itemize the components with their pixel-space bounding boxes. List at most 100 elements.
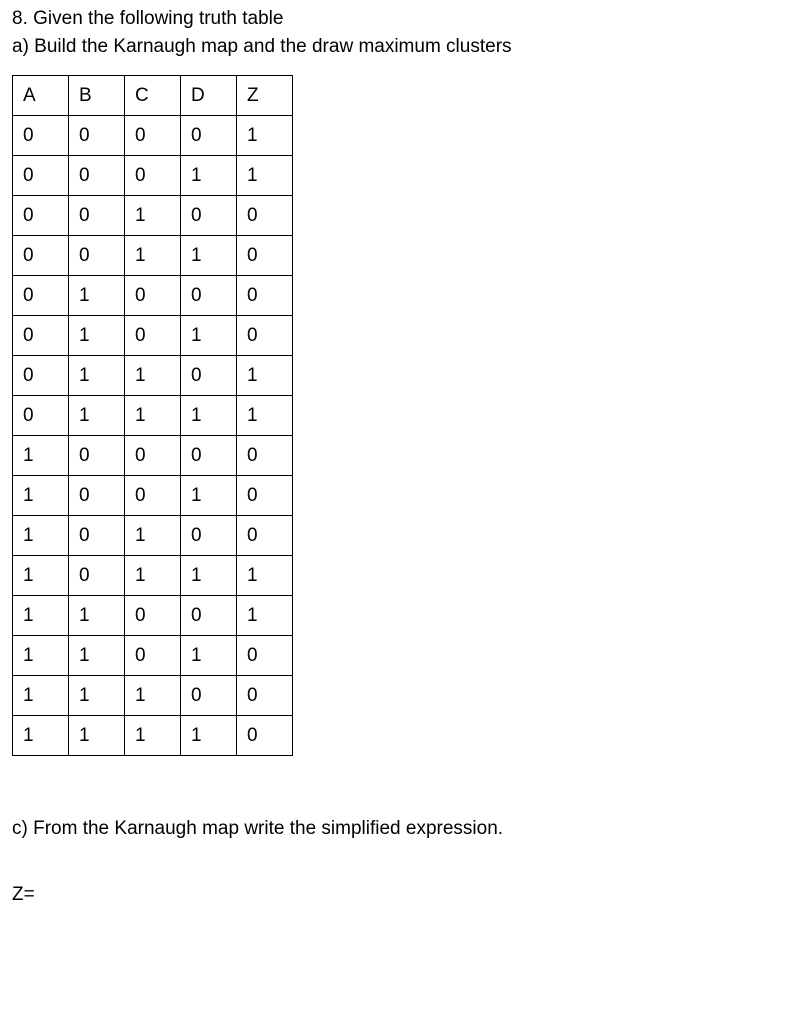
question-part-a: a) Build the Karnaugh map and the draw m… [12, 34, 781, 60]
table-cell: 0 [237, 516, 293, 556]
table-cell: 0 [69, 236, 125, 276]
table-cell: 0 [125, 596, 181, 636]
table-cell: 0 [125, 156, 181, 196]
header-a: A [13, 76, 69, 116]
table-cell: 0 [125, 116, 181, 156]
table-cell: 1 [13, 596, 69, 636]
table-cell: 1 [237, 156, 293, 196]
table-cell: 0 [237, 316, 293, 356]
table-cell: 0 [13, 396, 69, 436]
table-cell: 0 [69, 196, 125, 236]
table-cell: 0 [181, 516, 237, 556]
table-row: 01111 [13, 396, 293, 436]
table-cell: 1 [69, 716, 125, 756]
table-cell: 0 [13, 236, 69, 276]
table-cell: 1 [237, 116, 293, 156]
table-row: 11110 [13, 716, 293, 756]
table-cell: 1 [125, 716, 181, 756]
table-cell: 1 [237, 396, 293, 436]
table-cell: 0 [13, 356, 69, 396]
table-cell: 0 [69, 436, 125, 476]
header-b: B [69, 76, 125, 116]
table-cell: 1 [69, 396, 125, 436]
table-cell: 0 [125, 476, 181, 516]
table-cell: 0 [69, 156, 125, 196]
table-cell: 0 [181, 356, 237, 396]
table-row: 10111 [13, 556, 293, 596]
table-cell: 0 [237, 436, 293, 476]
table-row: 01101 [13, 356, 293, 396]
table-cell: 1 [181, 556, 237, 596]
table-cell: 1 [69, 596, 125, 636]
table-cell: 1 [13, 516, 69, 556]
table-cell: 0 [13, 316, 69, 356]
table-cell: 1 [69, 676, 125, 716]
table-cell: 1 [69, 316, 125, 356]
table-cell: 0 [237, 716, 293, 756]
table-cell: 1 [181, 476, 237, 516]
table-cell: 1 [69, 636, 125, 676]
table-row: 10000 [13, 436, 293, 476]
table-cell: 1 [13, 676, 69, 716]
header-d: D [181, 76, 237, 116]
table-cell: 1 [181, 236, 237, 276]
table-cell: 1 [13, 636, 69, 676]
table-cell: 0 [125, 276, 181, 316]
table-cell: 0 [13, 276, 69, 316]
table-row: 01010 [13, 316, 293, 356]
table-cell: 1 [125, 676, 181, 716]
truth-table: A B C D Z 000010001100100001100100001010… [12, 75, 293, 756]
table-row: 01000 [13, 276, 293, 316]
table-cell: 0 [69, 476, 125, 516]
table-cell: 0 [13, 156, 69, 196]
table-cell: 1 [125, 196, 181, 236]
table-cell: 1 [13, 716, 69, 756]
table-cell: 1 [181, 156, 237, 196]
table-row: 00001 [13, 116, 293, 156]
table-cell: 0 [181, 196, 237, 236]
table-row: 00100 [13, 196, 293, 236]
header-c: C [125, 76, 181, 116]
table-cell: 1 [181, 316, 237, 356]
table-row: 10010 [13, 476, 293, 516]
table-cell: 0 [181, 116, 237, 156]
table-cell: 0 [13, 196, 69, 236]
table-cell: 1 [181, 636, 237, 676]
table-row: 11100 [13, 676, 293, 716]
table-cell: 1 [237, 556, 293, 596]
table-cell: 1 [237, 356, 293, 396]
table-cell: 0 [181, 276, 237, 316]
table-cell: 1 [13, 436, 69, 476]
table-row: 11001 [13, 596, 293, 636]
table-header-row: A B C D Z [13, 76, 293, 116]
question-number-line: 8. Given the following truth table [12, 6, 781, 32]
table-cell: 0 [237, 236, 293, 276]
table-cell: 0 [69, 516, 125, 556]
table-cell: 1 [125, 516, 181, 556]
table-cell: 1 [13, 476, 69, 516]
table-cell: 1 [69, 276, 125, 316]
table-cell: 1 [125, 236, 181, 276]
table-cell: 0 [69, 556, 125, 596]
answer-prefix: Z= [12, 884, 781, 906]
table-row: 10100 [13, 516, 293, 556]
table-cell: 0 [181, 676, 237, 716]
table-row: 11010 [13, 636, 293, 676]
table-cell: 0 [181, 436, 237, 476]
question-part-c: c) From the Karnaugh map write the simpl… [12, 816, 781, 842]
table-cell: 0 [181, 596, 237, 636]
table-cell: 1 [181, 396, 237, 436]
table-cell: 1 [125, 556, 181, 596]
table-cell: 0 [237, 476, 293, 516]
table-cell: 0 [237, 636, 293, 676]
header-z: Z [237, 76, 293, 116]
table-cell: 1 [237, 596, 293, 636]
table-cell: 1 [125, 356, 181, 396]
table-cell: 1 [13, 556, 69, 596]
table-cell: 0 [69, 116, 125, 156]
table-cell: 0 [125, 316, 181, 356]
table-cell: 1 [125, 396, 181, 436]
table-cell: 1 [69, 356, 125, 396]
table-cell: 0 [237, 276, 293, 316]
table-cell: 0 [237, 676, 293, 716]
